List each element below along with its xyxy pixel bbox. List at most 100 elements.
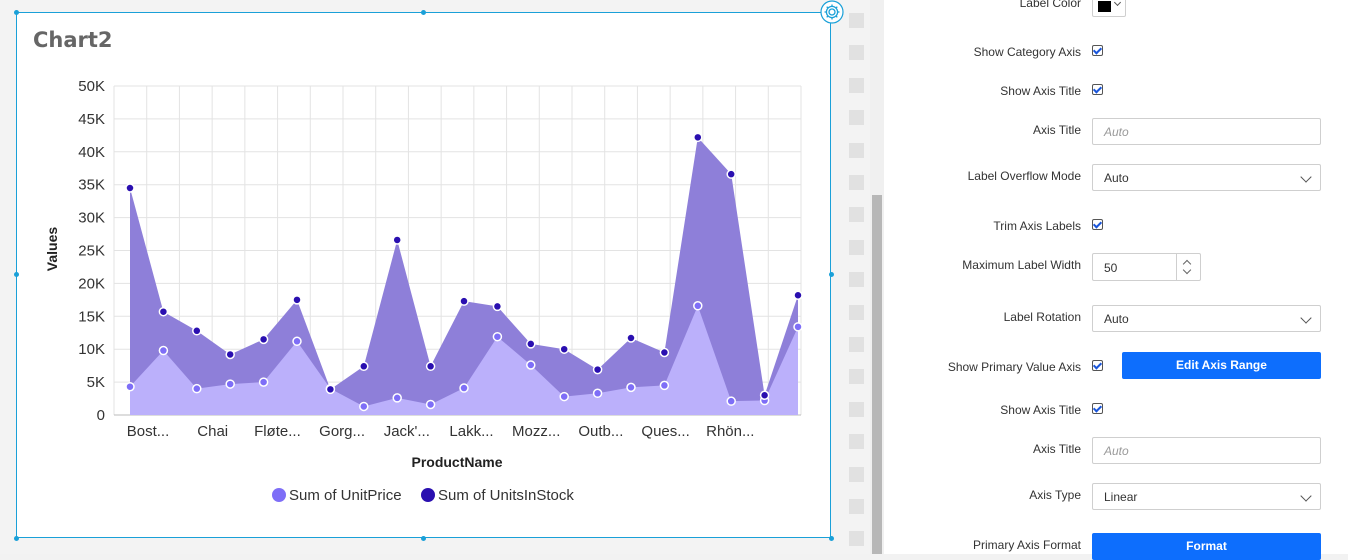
color-swatch: [1098, 1, 1111, 12]
y-tick-label: 0: [97, 407, 105, 424]
units-in-stock-point: [225, 349, 235, 360]
axis-title-label: Axis Title: [1032, 123, 1081, 137]
trim-axis-labels-checkbox[interactable]: [1092, 219, 1103, 230]
chart-widget[interactable]: Chart2 0 5K 10K 15K 20K 25K 30K 35K 40K 45K 50K Bos…: [16, 12, 831, 538]
vertical-scrollbar[interactable]: [870, 0, 884, 554]
units-in-stock-point: [592, 364, 603, 375]
x-tick-label: Fløte...: [254, 423, 301, 440]
resize-handle-top[interactable]: [421, 10, 426, 15]
x-tick-label: Jack'...: [384, 423, 430, 440]
resize-handle-bottom-right[interactable]: [829, 536, 834, 541]
units-in-stock-point: [425, 361, 436, 372]
scrollbar-thumb[interactable]: [872, 195, 882, 554]
grid-square: [849, 175, 864, 190]
chevron-down-icon[interactable]: [1182, 265, 1192, 275]
grid-square: [849, 304, 864, 320]
y-tick-label: 20K: [78, 275, 105, 292]
y-tick-label: 45K: [78, 111, 105, 128]
unit-price-point: [592, 388, 603, 399]
resize-handle-top-left[interactable]: [14, 10, 19, 15]
x-tick-label: Outb...: [578, 423, 623, 440]
units-in-stock-point: [559, 344, 569, 354]
axis-title-input[interactable]: Auto: [1092, 118, 1321, 145]
x-tick-label: Chai: [197, 423, 228, 440]
format-button[interactable]: Format: [1092, 533, 1321, 560]
unit-price-point: [359, 401, 369, 412]
units-in-stock-point: [626, 333, 636, 343]
primary-axis-format-label: Primary Axis Format: [972, 538, 1081, 552]
y-tick-label: 40K: [78, 144, 105, 161]
show-category-axis-checkbox[interactable]: [1092, 45, 1103, 56]
max-label-width-value: 50: [1104, 261, 1118, 275]
unit-price-point: [292, 336, 302, 347]
unit-price-point: [659, 380, 670, 391]
x-tick-label: Bost...: [127, 423, 170, 440]
grid-square: [849, 110, 864, 126]
legend-marker: [272, 488, 286, 502]
units-in-stock-point: [392, 235, 402, 245]
dashboard-canvas: Chart2 0 5K 10K 15K 20K 25K 30K 35K 40K 45K 50K Bos…: [0, 0, 870, 554]
unit-price-point: [125, 381, 135, 392]
y-tick-label: 35K: [78, 177, 105, 194]
y-tick-label: 5K: [87, 374, 105, 391]
y-axis-title: Values: [44, 227, 60, 272]
axis-title-2-input[interactable]: Auto: [1092, 437, 1321, 464]
x-axis-title: ProductName: [411, 454, 502, 470]
resize-handle-right[interactable]: [829, 272, 834, 277]
label-rotation-select[interactable]: Auto: [1092, 305, 1321, 332]
units-in-stock-point: [726, 169, 736, 179]
resize-handle-bottom[interactable]: [421, 536, 426, 541]
unit-price-point: [192, 383, 202, 394]
grid-square: [849, 239, 864, 255]
label-color-picker[interactable]: [1092, 0, 1126, 17]
axis-type-select[interactable]: Linear: [1092, 483, 1321, 510]
grid-square: [849, 434, 864, 450]
units-in-stock-point: [292, 295, 302, 305]
label-color-label: Label Color: [1019, 0, 1081, 10]
y-tick-label: 25K: [78, 243, 105, 260]
show-primary-value-axis-label: Show Primary Value Axis: [947, 360, 1081, 374]
show-axis-title-2-label: Show Axis Title: [1000, 403, 1081, 417]
units-in-stock-point: [459, 296, 469, 306]
show-axis-title-checkbox[interactable]: [1092, 84, 1103, 95]
grid-square: [849, 77, 864, 93]
units-in-stock-point: [492, 301, 503, 312]
resize-handle-left[interactable]: [14, 272, 19, 277]
gear-icon[interactable]: [820, 0, 844, 24]
label-rotation-label: Label Rotation: [1003, 310, 1081, 324]
x-tick-label: Lakk...: [449, 423, 493, 440]
units-in-stock-point: [325, 384, 336, 395]
show-axis-title-2-checkbox[interactable]: [1092, 403, 1103, 414]
chevron-down-icon: [1113, 0, 1122, 7]
area-chart: 0 5K 10K 15K 20K 25K 30K 35K 40K 45K 50K Bost... Cha…: [44, 78, 803, 504]
grid-square: [849, 401, 864, 417]
trim-axis-labels-label: Trim Axis Labels: [993, 219, 1081, 233]
unit-price-point: [693, 301, 703, 311]
show-primary-value-axis-checkbox[interactable]: [1092, 360, 1103, 371]
y-tick-label: 10K: [78, 341, 105, 358]
y-tick-label: 50K: [78, 78, 105, 95]
legend-marker: [421, 488, 435, 502]
unit-price-point: [492, 331, 503, 342]
y-tick-label: 15K: [78, 308, 105, 325]
grid-square: [849, 531, 864, 547]
units-in-stock-point: [659, 347, 670, 358]
x-tick-label: Rhön...: [706, 423, 754, 440]
edit-axis-range-button[interactable]: Edit Axis Range: [1122, 352, 1321, 379]
stepper-arrows: [1176, 254, 1200, 280]
max-label-width-label: Maximum Label Width: [962, 258, 1081, 272]
max-label-width-stepper[interactable]: 50: [1092, 253, 1201, 281]
grid-square: [849, 272, 864, 288]
label-overflow-mode-label: Label Overflow Mode: [967, 169, 1081, 183]
unit-price-point: [626, 382, 636, 393]
units-in-stock-point: [192, 326, 202, 336]
units-in-stock-point: [158, 306, 169, 317]
resize-handle-bottom-left[interactable]: [14, 536, 19, 541]
unit-price-point: [392, 393, 402, 403]
units-in-stock-point: [526, 339, 536, 349]
units-in-stock-point: [125, 183, 135, 193]
show-category-axis-label: Show Category Axis: [973, 45, 1081, 59]
units-in-stock-point: [693, 132, 703, 143]
grid-square: [849, 13, 864, 28]
label-overflow-mode-select[interactable]: Auto: [1092, 164, 1321, 191]
